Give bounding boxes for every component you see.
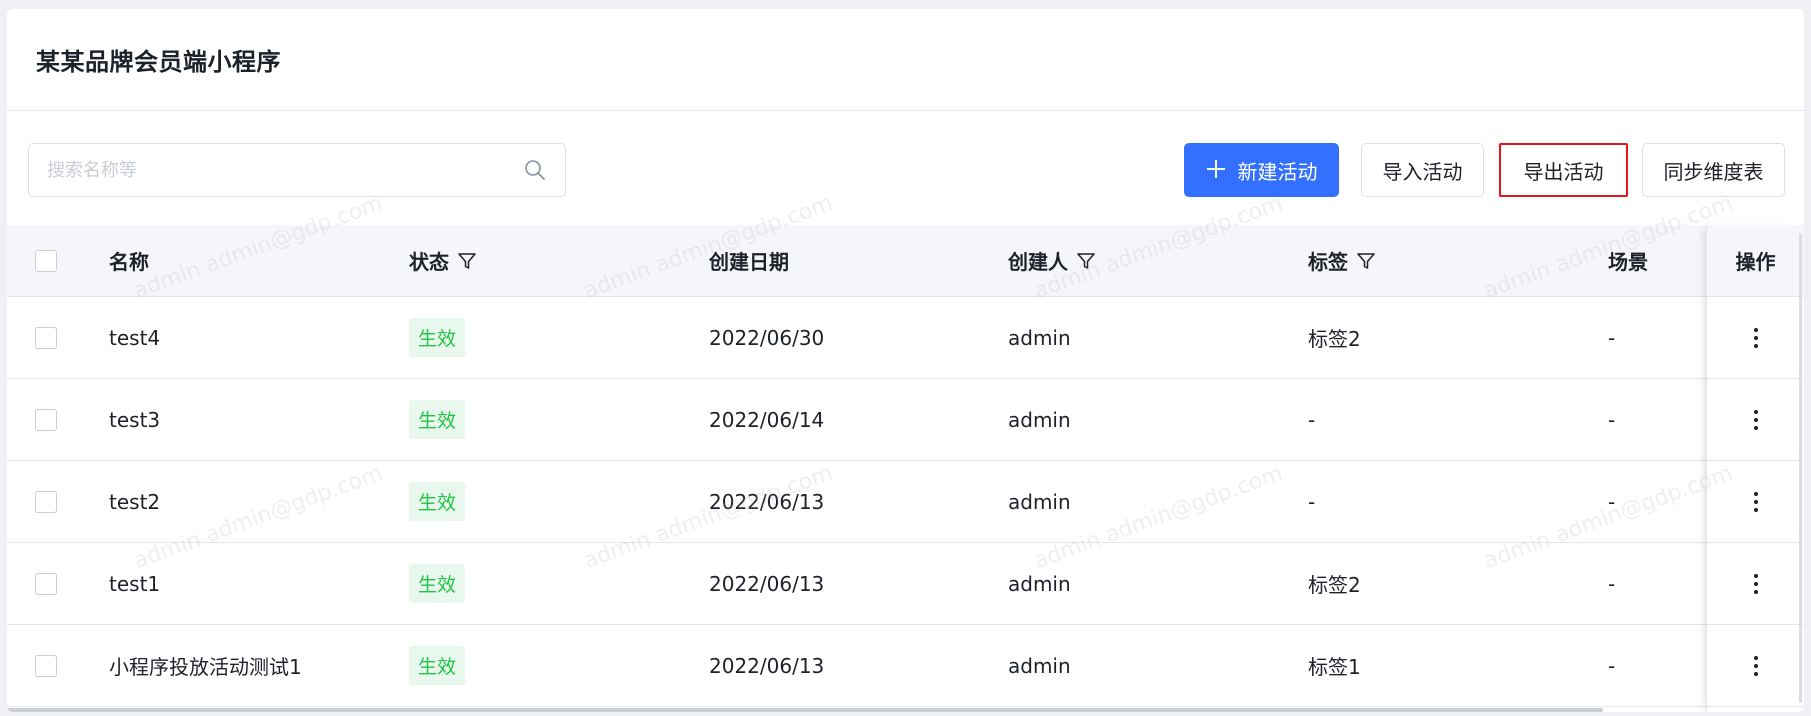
plus-icon (1206, 156, 1226, 184)
search-box (28, 143, 566, 197)
row-checkbox[interactable] (35, 326, 57, 349)
row-name[interactable]: test1 (109, 543, 160, 624)
status-badge: 生效 (409, 318, 466, 357)
activity-table: 名称 状态 创建日期 创建人 标签 场景 test4 生效 2022/06/30… (7, 191, 1804, 712)
sync-dimension-table-label: 同步维度表 (1663, 159, 1764, 184)
more-vertical-icon[interactable] (1753, 573, 1758, 594)
more-vertical-icon[interactable] (1753, 327, 1758, 348)
row-name[interactable]: test2 (109, 461, 160, 542)
row-date: 2022/06/30 (709, 325, 825, 350)
row-tags: - (1308, 407, 1316, 432)
table-header: 名称 状态 创建日期 创建人 标签 场景 (7, 225, 1804, 297)
filter-icon[interactable] (457, 251, 477, 271)
status-badge: 生效 (409, 400, 466, 439)
export-activity-label: 导出活动 (1523, 159, 1604, 184)
row-name[interactable]: 小程序投放活动测试1 (109, 625, 302, 706)
row-checkbox[interactable] (35, 490, 57, 513)
row-checkbox[interactable] (35, 408, 57, 431)
header-creator[interactable]: 创建人 (1008, 225, 1096, 296)
row-creator: admin (1008, 407, 1071, 432)
row-date: 2022/06/14 (709, 407, 825, 432)
page-title: 某某品牌会员端小程序 (36, 48, 281, 76)
page-header: 某某品牌会员端小程序 (7, 9, 1804, 111)
row-date: 2022/06/13 (709, 489, 825, 514)
header-date: 创建日期 (709, 250, 789, 274)
import-activity-label: 导入活动 (1382, 159, 1463, 184)
row-scene: - (1608, 489, 1616, 514)
table-row: test1 生效 2022/06/13 admin 标签2 - (7, 543, 1804, 625)
row-checkbox[interactable] (35, 654, 57, 677)
row-tags: 标签1 (1308, 655, 1361, 679)
table-row: test3 生效 2022/06/14 admin - - (7, 379, 1804, 461)
row-creator: admin (1008, 653, 1071, 678)
header-status-label: 状态 (409, 250, 449, 274)
table-row: 小程序投放活动测试1 生效 2022/06/13 admin 标签1 - (7, 625, 1804, 707)
header-scene: 场景 (1608, 250, 1648, 274)
main-card: 某某品牌会员端小程序 新建活动 导入活动 导出活动 同步维度表 (7, 9, 1804, 712)
status-badge: 生效 (409, 646, 466, 685)
status-badge: 生效 (409, 482, 466, 521)
row-tags: 标签2 (1308, 327, 1361, 351)
row-creator: admin (1008, 571, 1071, 596)
header-tags-label: 标签 (1308, 250, 1348, 274)
header-creator-label: 创建人 (1008, 250, 1068, 274)
filter-icon[interactable] (1076, 251, 1096, 271)
row-name[interactable]: test4 (109, 297, 160, 378)
row-scene: - (1608, 571, 1616, 596)
search-input[interactable] (47, 159, 523, 181)
header-status[interactable]: 状态 (409, 225, 477, 296)
search-icon[interactable] (523, 158, 547, 182)
toolbar: 新建活动 导入活动 导出活动 同步维度表 (7, 111, 1804, 234)
row-tags: 标签2 (1308, 573, 1361, 597)
status-badge: 生效 (409, 564, 466, 603)
header-tags[interactable]: 标签 (1308, 225, 1376, 296)
more-vertical-icon[interactable] (1753, 409, 1758, 430)
table-row: test2 生效 2022/06/13 admin - - (7, 461, 1804, 543)
export-activity-button[interactable]: 导出活动 (1499, 143, 1628, 197)
vertical-scrollbar[interactable] (1799, 233, 1802, 703)
row-scene: - (1608, 653, 1616, 678)
new-activity-button[interactable]: 新建活动 (1184, 143, 1339, 197)
more-vertical-icon[interactable] (1753, 491, 1758, 512)
row-checkbox[interactable] (35, 572, 57, 595)
import-activity-button[interactable]: 导入活动 (1361, 143, 1484, 197)
sync-dimension-table-button[interactable]: 同步维度表 (1642, 143, 1785, 197)
row-creator: admin (1008, 489, 1071, 514)
select-all-cell (35, 225, 57, 296)
header-actions: 操作 (1707, 225, 1804, 297)
actions-column: 操作 (1706, 225, 1804, 712)
table-row: test4 生效 2022/06/30 admin 标签2 - (7, 297, 1804, 379)
filter-icon[interactable] (1356, 251, 1376, 271)
horizontal-scrollbar[interactable] (7, 708, 1603, 712)
row-date: 2022/06/13 (709, 653, 825, 678)
row-scene: - (1608, 325, 1616, 350)
row-date: 2022/06/13 (709, 571, 825, 596)
new-activity-label: 新建活动 (1237, 159, 1318, 184)
row-name[interactable]: test3 (109, 379, 160, 460)
more-vertical-icon[interactable] (1753, 655, 1758, 676)
row-scene: - (1608, 407, 1616, 432)
select-all-checkbox[interactable] (35, 249, 57, 272)
header-name: 名称 (109, 250, 149, 274)
row-creator: admin (1008, 325, 1071, 350)
row-tags: - (1308, 489, 1316, 514)
